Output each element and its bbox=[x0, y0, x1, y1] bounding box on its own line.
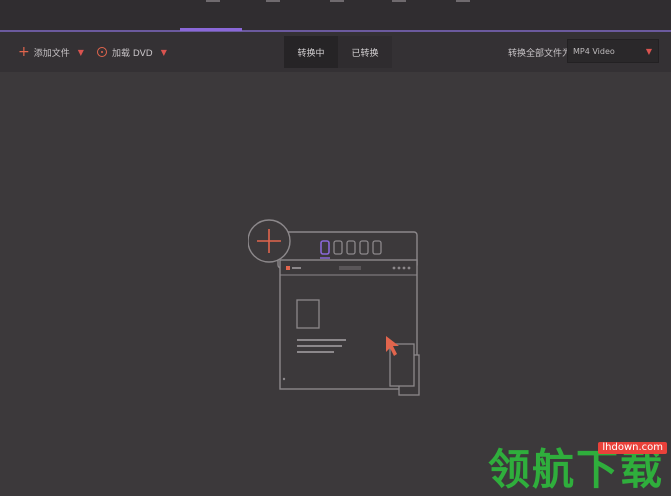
toolbar: + 添加文件 ▼ 加载 DVD ▼ 转换中 已转换 转换全部文件为: MP4 V… bbox=[0, 32, 671, 72]
nav-tab-stub[interactable] bbox=[206, 0, 220, 2]
load-dvd-button[interactable]: 加载 DVD ▼ bbox=[97, 32, 167, 72]
tab-converted[interactable]: 已转换 bbox=[338, 36, 392, 68]
convert-all-label: 转换全部文件为: bbox=[508, 48, 575, 59]
add-files-label: 添加文件 bbox=[33, 48, 70, 59]
caret-down-icon: ▼ bbox=[645, 47, 652, 56]
illus-dot bbox=[392, 266, 396, 270]
illus-plus-mark bbox=[286, 266, 290, 270]
watermark-url: lhdown.com bbox=[598, 442, 667, 454]
illus-dot bbox=[397, 266, 401, 270]
add-files-illustration bbox=[248, 219, 420, 396]
conversion-tabs: 转换中 已转换 bbox=[284, 36, 392, 68]
illus-dot bbox=[402, 266, 406, 270]
illus-dot bbox=[407, 266, 411, 270]
top-navigation-bar bbox=[0, 0, 671, 32]
tab-converting[interactable]: 转换中 bbox=[284, 36, 338, 68]
caret-down-icon[interactable]: ▼ bbox=[78, 48, 84, 57]
plus-icon: + bbox=[18, 44, 30, 60]
output-format-select[interactable]: MP4 Video ▼ bbox=[567, 39, 659, 63]
output-format-value: MP4 Video bbox=[573, 46, 615, 56]
disc-icon bbox=[97, 47, 107, 57]
watermark: 领航下载 lhdown.com bbox=[488, 440, 671, 496]
nav-tab-stub[interactable] bbox=[330, 0, 344, 2]
add-files-button[interactable]: + 添加文件 ▼ bbox=[18, 32, 84, 72]
nav-tab-stub[interactable] bbox=[456, 0, 470, 2]
illus-dot bbox=[282, 377, 286, 381]
active-nav-indicator bbox=[180, 28, 242, 31]
caret-down-icon[interactable]: ▼ bbox=[161, 48, 167, 57]
load-dvd-label: 加载 DVD bbox=[112, 48, 153, 59]
empty-state-illustration bbox=[248, 212, 428, 400]
illus-tab-bar bbox=[339, 266, 361, 270]
nav-tab-stub[interactable] bbox=[266, 0, 280, 2]
nav-tab-stub[interactable] bbox=[392, 0, 406, 2]
